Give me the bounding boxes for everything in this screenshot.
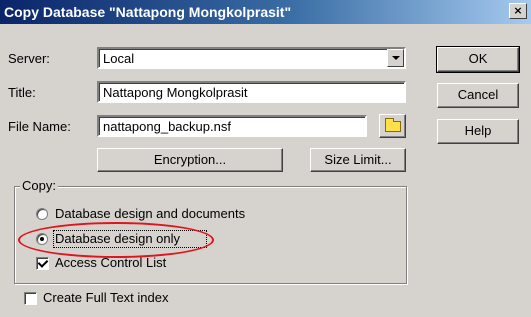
- window-title: Copy Database "Nattapong Mongkolprasit": [4, 4, 292, 20]
- annotation-ellipse: [18, 222, 214, 258]
- size-limit-button[interactable]: Size Limit...: [310, 148, 406, 172]
- server-combo[interactable]: Local: [97, 47, 406, 69]
- title-label: Title:: [8, 85, 36, 100]
- filename-label: File Name:: [8, 119, 71, 134]
- close-icon[interactable]: ×: [509, 3, 527, 19]
- filename-field[interactable]: nattapong_backup.nsf: [97, 115, 367, 137]
- help-button[interactable]: Help: [437, 119, 519, 144]
- fulltext-label[interactable]: Create Full Text index: [43, 290, 169, 305]
- browse-button[interactable]: [379, 114, 406, 138]
- chevron-down-icon[interactable]: [387, 49, 404, 67]
- fulltext-checkbox[interactable]: [24, 292, 37, 305]
- folder-icon: [385, 118, 401, 132]
- server-value: Local: [103, 51, 135, 66]
- option-design-and-documents-label[interactable]: Database design and documents: [55, 206, 245, 221]
- title-value: Nattapong Mongkolprasit: [103, 85, 248, 100]
- copy-group-label: Copy:: [20, 178, 58, 193]
- radio-design-and-documents[interactable]: [36, 208, 48, 220]
- title-bar[interactable]: Copy Database "Nattapong Mongkolprasit" …: [0, 0, 531, 24]
- ok-button[interactable]: OK: [436, 46, 520, 73]
- filename-value: nattapong_backup.nsf: [103, 119, 231, 134]
- copy-database-dialog: Copy Database "Nattapong Mongkolprasit" …: [0, 0, 531, 317]
- server-label: Server:: [8, 51, 50, 66]
- acl-checkbox[interactable]: [36, 257, 49, 270]
- cancel-button[interactable]: Cancel: [437, 83, 519, 108]
- encryption-button[interactable]: Encryption...: [97, 148, 283, 172]
- title-field[interactable]: Nattapong Mongkolprasit: [97, 81, 406, 103]
